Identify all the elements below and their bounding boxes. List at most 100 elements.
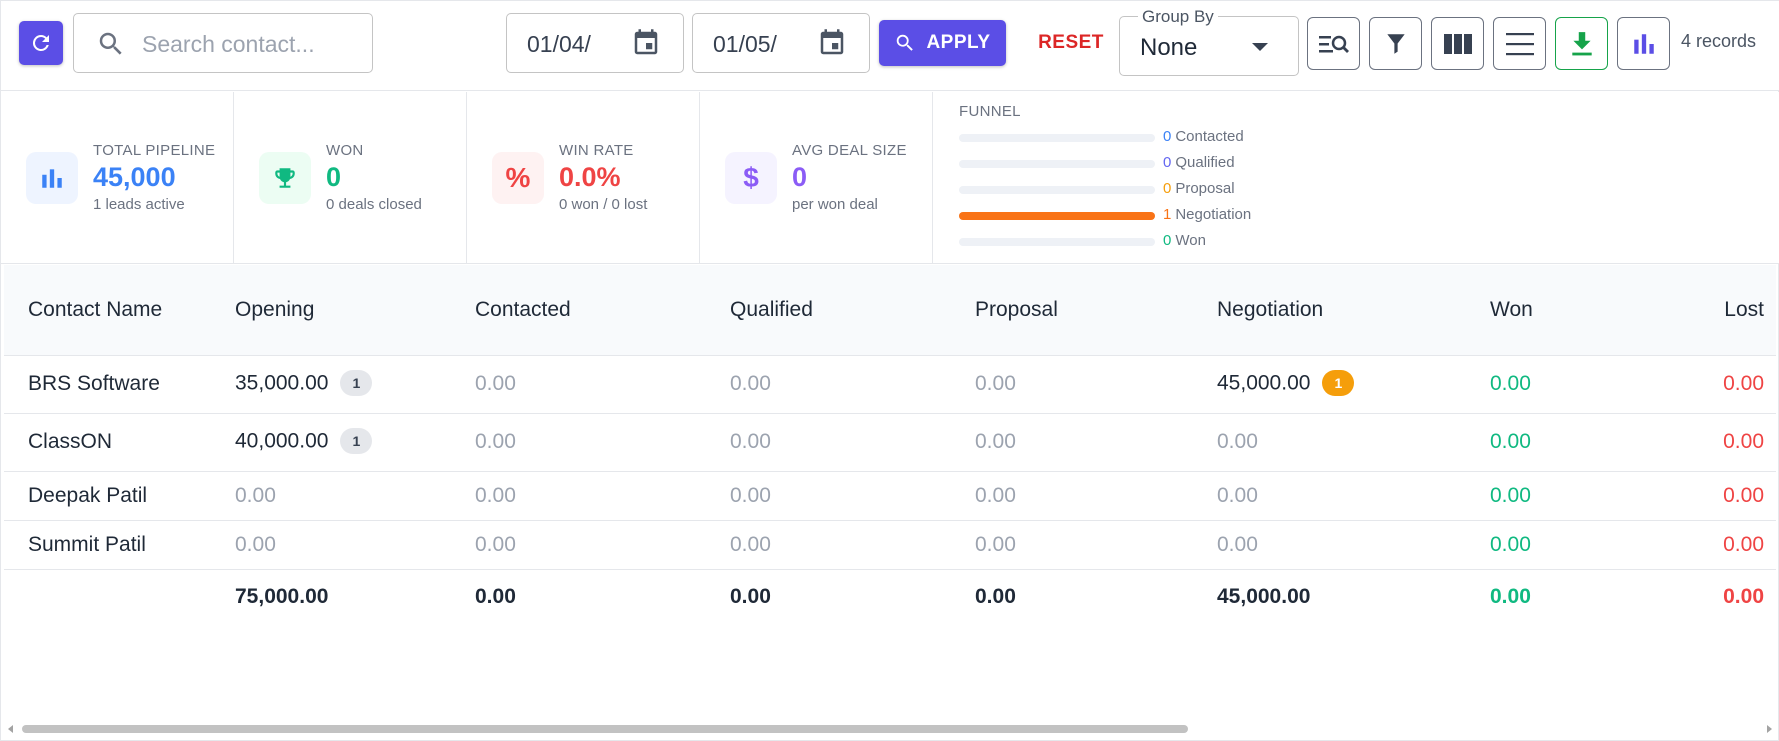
total-won: 0.00	[1490, 585, 1531, 609]
proposal-cell: 0.00	[975, 520, 1217, 570]
funnel-stage-contacted: 0 Contacted	[959, 127, 1359, 147]
reset-button[interactable]: RESET	[1021, 20, 1121, 66]
group-by-select[interactable]: Group By None	[1119, 7, 1299, 76]
proposal-cell: 0.00	[975, 355, 1217, 414]
date-from-value[interactable]: 01/04/	[527, 31, 599, 58]
funnel-label: 0 Qualified	[1163, 154, 1235, 171]
total-qualified: 0.00	[730, 585, 771, 609]
contact-name[interactable]: ClassON	[4, 413, 235, 472]
search-input[interactable]	[142, 28, 362, 60]
lost-cell: 0.00	[1690, 471, 1776, 521]
funnel-label: 1 Negotiation	[1163, 206, 1251, 223]
scroll-left-arrow-icon[interactable]	[8, 725, 13, 733]
chevron-down-icon	[1252, 43, 1268, 51]
funnel-track	[959, 212, 1155, 220]
lost-cell: 0.00	[1690, 413, 1776, 472]
table-row[interactable]: Summit Patil 0.00 0.00 0.00 0.00 0.00 0.…	[4, 520, 1776, 570]
scroll-right-arrow-icon[interactable]	[1767, 725, 1772, 733]
stat-value: 45,000	[93, 162, 176, 192]
stat-label: TOTAL PIPELINE	[93, 142, 216, 159]
stat-value: 0	[326, 162, 342, 192]
stat-subtext: 1 leads active	[93, 196, 185, 213]
date-to-field[interactable]: 01/05/	[692, 13, 870, 73]
columns-icon	[1443, 33, 1472, 54]
advanced-search-button[interactable]	[1307, 17, 1360, 70]
stat-avg-deal-size: $ AVG DEAL SIZE 0 per won deal	[700, 92, 933, 264]
funnel-stage-qualified: 0 Qualified	[959, 153, 1359, 173]
contact-name[interactable]: BRS Software	[4, 355, 235, 414]
search-icon	[96, 29, 126, 64]
column-header-won[interactable]: Won	[1490, 265, 1690, 356]
filter-button[interactable]	[1369, 17, 1422, 70]
table-row[interactable]: ClassON 40,000.00 1 0.00 0.00 0.00 0.00 0…	[4, 413, 1776, 472]
summary-stats: TOTAL PIPELINE 45,000 1 leads active WON…	[1, 92, 1779, 264]
cell-value: 40,000.00	[235, 429, 329, 453]
apply-button[interactable]: APPLY	[879, 20, 1006, 66]
refresh-button[interactable]	[19, 21, 63, 65]
funnel-track	[959, 160, 1155, 168]
funnel-track	[959, 134, 1155, 142]
won-cell: 0.00	[1490, 471, 1690, 521]
qualified-cell: 0.00	[730, 355, 975, 414]
column-header-lost[interactable]: Lost	[1690, 265, 1776, 356]
funnel-count: 0	[1163, 128, 1172, 145]
won-cell: 0.00	[1490, 413, 1690, 472]
calendar-icon[interactable]	[817, 28, 847, 63]
horizontal-scrollbar[interactable]	[4, 719, 1776, 739]
contact-name[interactable]: Deepak Patil	[4, 471, 235, 521]
pipeline-table: Contact Name Opening Contacted Qualified…	[4, 265, 1776, 625]
search-field[interactable]	[73, 13, 373, 73]
download-button[interactable]	[1555, 17, 1608, 70]
funnel-stage-negotiation: 1 Negotiation	[959, 205, 1359, 225]
total-proposal: 0.00	[975, 585, 1016, 609]
funnel-stage-proposal: 0 Proposal	[959, 179, 1359, 199]
cell-value: 45,000.00	[1217, 371, 1311, 395]
funnel-label: 0 Proposal	[1163, 180, 1235, 197]
cell-value: 35,000.00	[235, 371, 329, 395]
contact-name[interactable]: Summit Patil	[4, 520, 235, 570]
search-list-icon	[1318, 35, 1349, 53]
funnel-panel: FUNNEL 0 Contacted 0 Qualified 0 Proposal 1…	[959, 92, 1379, 264]
trophy-icon	[259, 152, 311, 204]
menu-lines-icon	[1505, 32, 1534, 55]
count-badge: 1	[340, 428, 373, 454]
column-header-qualified[interactable]: Qualified	[730, 265, 975, 356]
funnel-track	[959, 238, 1155, 246]
date-from-field[interactable]: 01/04/	[506, 13, 684, 73]
calendar-icon[interactable]	[631, 28, 661, 63]
negotiation-cell: 0.00	[1217, 520, 1490, 570]
funnel-count: 1	[1163, 206, 1172, 223]
opening-cell: 0.00	[235, 471, 475, 521]
won-cell: 0.00	[1490, 520, 1690, 570]
funnel-stage-name: Won	[1175, 232, 1206, 249]
scrollbar-thumb[interactable]	[22, 725, 1188, 733]
date-to-value[interactable]: 01/05/	[713, 31, 785, 58]
stat-subtext: per won deal	[792, 196, 878, 213]
table-row[interactable]: BRS Software 35,000.00 1 0.00 0.00 0.00 4…	[4, 355, 1776, 414]
table-row[interactable]: Deepak Patil 0.00 0.00 0.00 0.00 0.00 0.…	[4, 471, 1776, 521]
negotiation-cell: 45,000.00 1	[1217, 355, 1490, 414]
qualified-cell: 0.00	[730, 520, 975, 570]
search-icon	[897, 34, 914, 51]
funnel-count: 0	[1163, 180, 1172, 197]
total-negotiation: 45,000.00	[1217, 585, 1311, 609]
funnel-stage-name: Negotiation	[1175, 206, 1252, 223]
funnel-stage-won: 0 Won	[959, 231, 1359, 251]
chart-button[interactable]	[1617, 17, 1670, 70]
stat-won: WON 0 0 deals closed	[234, 92, 467, 264]
contacted-cell: 0.00	[475, 355, 730, 414]
column-header-contact-name[interactable]: Contact Name	[4, 265, 235, 356]
columns-button[interactable]	[1431, 17, 1484, 70]
count-badge: 1	[340, 370, 373, 396]
lost-cell: 0.00	[1690, 520, 1776, 570]
stat-label: WIN RATE	[559, 142, 634, 159]
stat-subtext: 0 won / 0 lost	[559, 196, 648, 213]
funnel-count: 0	[1163, 154, 1172, 171]
density-button[interactable]	[1493, 17, 1546, 70]
count-badge: 1	[1322, 370, 1355, 396]
column-header-negotiation[interactable]: Negotiation	[1217, 265, 1490, 356]
column-header-opening[interactable]: Opening	[235, 265, 475, 356]
stat-value: 0.0%	[559, 162, 621, 192]
column-header-proposal[interactable]: Proposal	[975, 265, 1217, 356]
column-header-contacted[interactable]: Contacted	[475, 265, 730, 356]
